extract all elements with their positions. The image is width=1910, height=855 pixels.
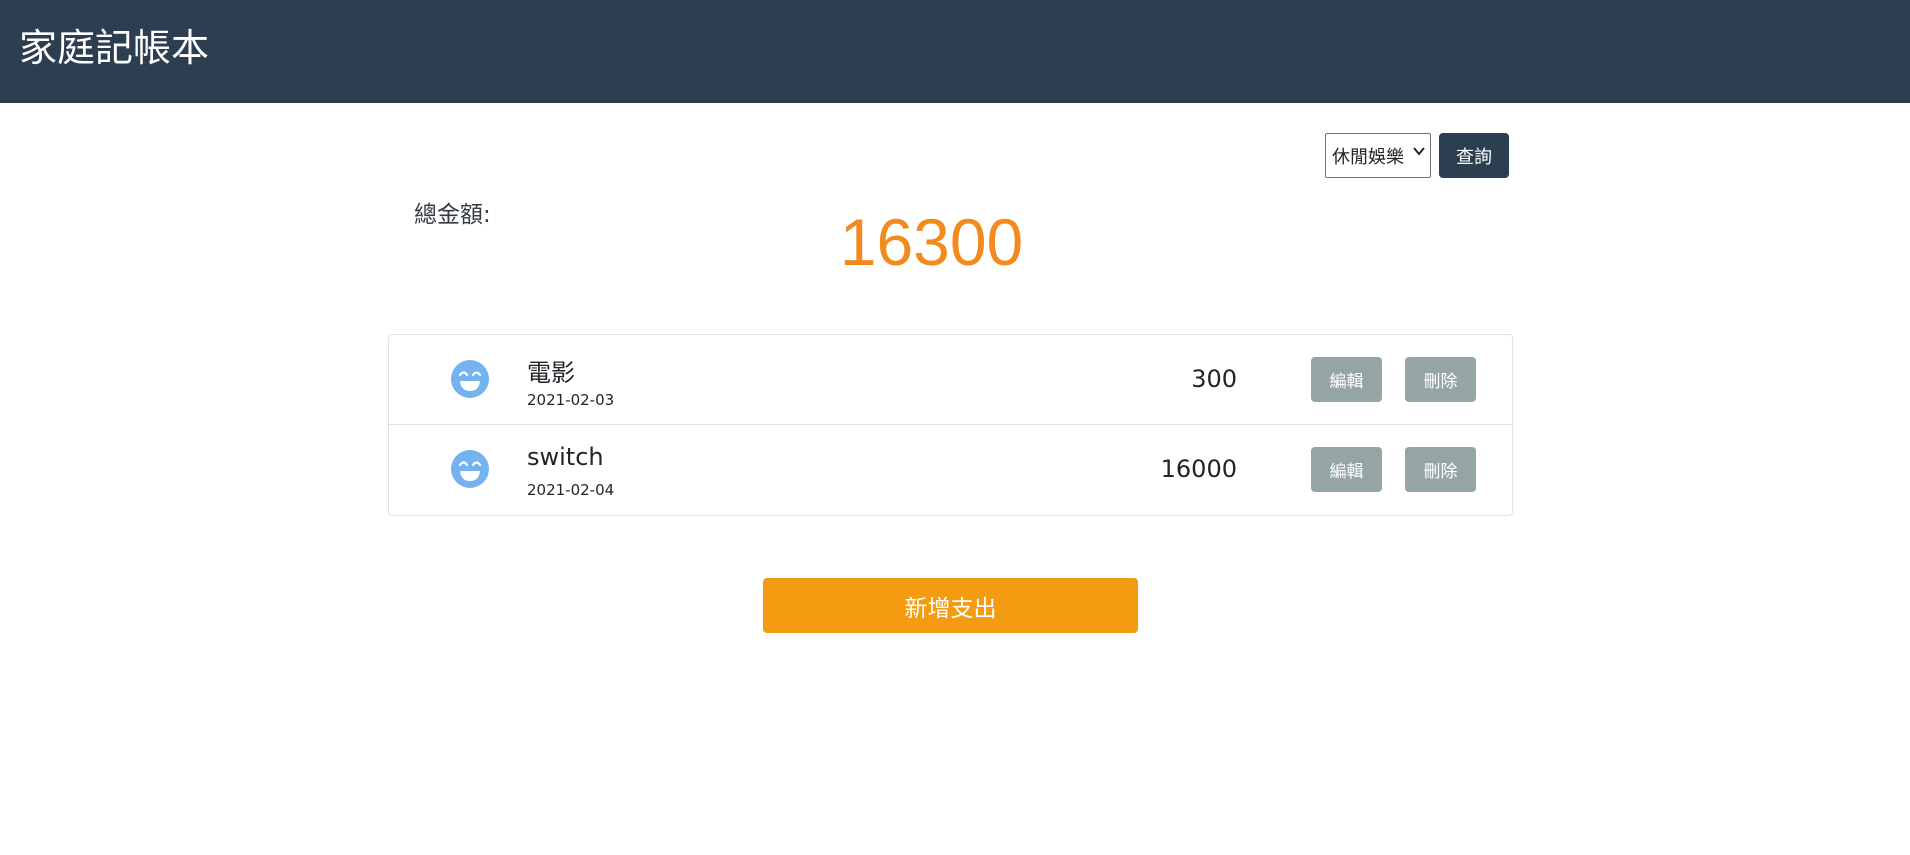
- expense-date: 2021-02-04: [527, 481, 615, 499]
- expense-amount: 16000: [1160, 455, 1237, 483]
- category-select[interactable]: 休閒娛樂: [1325, 133, 1431, 178]
- expense-row: switch 2021-02-04 16000 編輯 刪除: [389, 425, 1512, 515]
- edit-button[interactable]: 編輯: [1311, 357, 1382, 402]
- expense-date: 2021-02-03: [527, 391, 615, 409]
- query-button[interactable]: 查詢: [1439, 133, 1509, 178]
- smile-icon: [451, 450, 489, 488]
- category-select-value: 休閒娛樂: [1332, 146, 1404, 168]
- expense-list: 電影 2021-02-03 300 編輯 刪除 switch 2021-02-0…: [388, 334, 1513, 516]
- edit-button[interactable]: 編輯: [1311, 447, 1382, 492]
- add-expense-button[interactable]: 新增支出: [763, 578, 1138, 633]
- navbar: 家庭記帳本: [0, 0, 1910, 103]
- chevron-down-icon: [1413, 145, 1425, 161]
- delete-button[interactable]: 刪除: [1405, 447, 1476, 492]
- delete-button[interactable]: 刪除: [1405, 357, 1476, 402]
- expense-row: 電影 2021-02-03 300 編輯 刪除: [389, 335, 1512, 425]
- total-amount: 16300: [839, 205, 1024, 279]
- expense-name: 電影: [527, 359, 575, 387]
- app-title[interactable]: 家庭記帳本: [19, 24, 209, 72]
- total-label: 總金額:: [414, 202, 491, 228]
- smile-icon: [451, 360, 489, 398]
- expense-amount: 300: [1191, 365, 1237, 393]
- expense-name: switch: [527, 443, 604, 471]
